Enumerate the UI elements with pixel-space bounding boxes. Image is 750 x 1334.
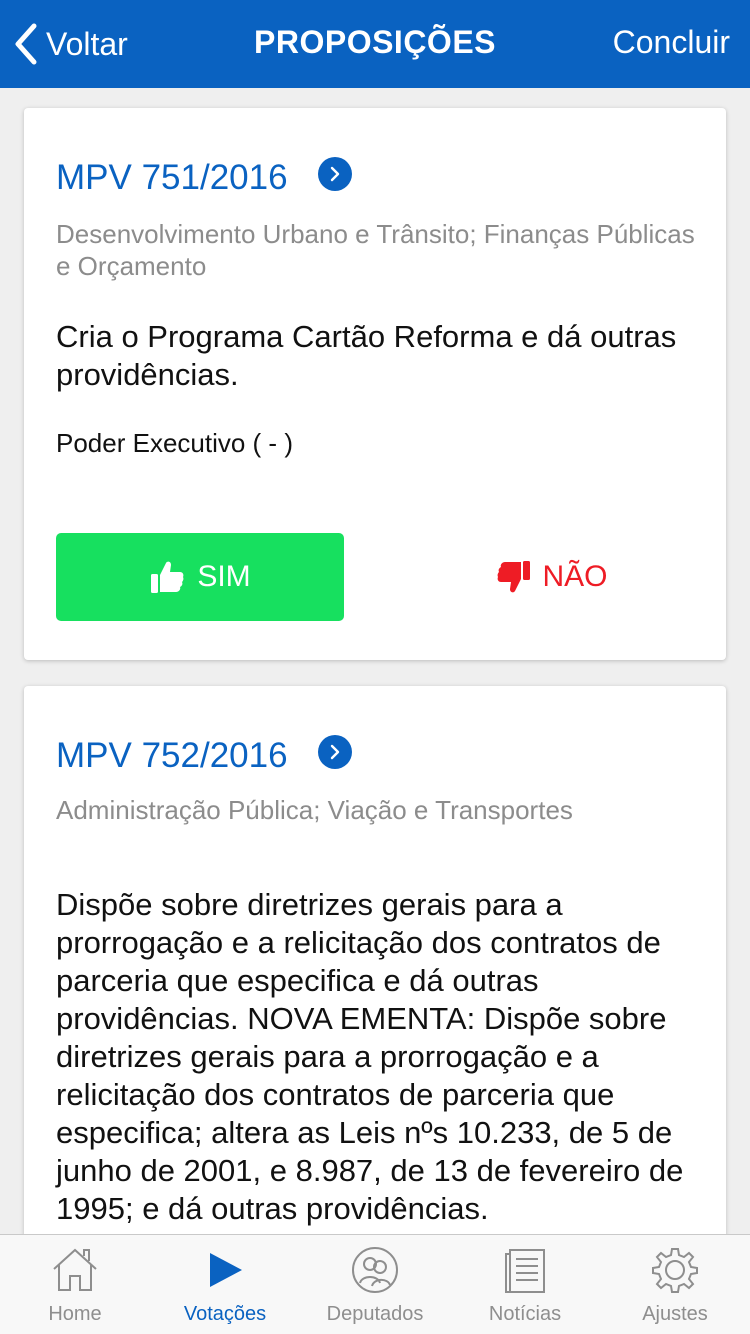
proposition-card: MPV 751/2016 Desenvolvimento Urbano e Tr… <box>24 108 726 660</box>
chevron-right-icon <box>330 166 339 182</box>
proposition-description: Cria o Programa Cartão Reforma e dá outr… <box>56 319 677 392</box>
details-button[interactable] <box>317 157 352 191</box>
tab-noticias-label: Notícias <box>488 1303 562 1325</box>
details-button[interactable] <box>317 735 352 769</box>
vote-yes-button[interactable]: SIM <box>56 533 344 621</box>
proposition-card: MPV 752/2016 Administração Pública; Viaç… <box>24 686 726 1234</box>
propositions-list[interactable]: MPV 751/2016 Desenvolvimento Urbano e Tr… <box>0 88 750 1234</box>
play-icon <box>210 1253 242 1287</box>
gear-icon <box>652 1248 698 1293</box>
chevron-right-icon <box>330 744 339 760</box>
thumbs-down-icon <box>498 561 531 593</box>
tab-votacoes[interactable]: Votações <box>150 1235 300 1334</box>
proposition-header: MPV 752/2016 <box>56 735 352 776</box>
nav-bar: Voltar PROPOSIÇÕES Concluir <box>0 0 750 88</box>
tab-votacoes-label: Votações <box>183 1303 267 1325</box>
vote-no-label: NÃO <box>542 560 608 593</box>
home-icon <box>53 1248 97 1291</box>
proposition-header: MPV 751/2016 <box>56 157 352 198</box>
tab-ajustes-label: Ajustes <box>642 1303 708 1325</box>
tab-home-label: Home <box>48 1303 102 1325</box>
tab-deputados-label: Deputados <box>326 1303 424 1325</box>
people-icon <box>352 1247 398 1293</box>
vote-no-button[interactable]: NÃO <box>408 533 696 621</box>
tab-noticias[interactable]: Notícias <box>450 1235 600 1334</box>
proposition-title[interactable]: MPV 751/2016 <box>56 158 288 198</box>
proposition-themes: Administração Pública; Viação e Transpor… <box>56 795 573 825</box>
tab-ajustes[interactable]: Ajustes <box>600 1235 750 1334</box>
done-button[interactable]: Concluir <box>613 24 730 61</box>
proposition-themes: Desenvolvimento Urbano e Trânsito; Finan… <box>56 219 695 281</box>
tab-home[interactable]: Home <box>0 1235 150 1334</box>
thumbs-up-icon <box>151 561 184 593</box>
proposition-author: Poder Executivo ( - ) <box>56 428 293 458</box>
proposition-description: Dispõe sobre diretrizes gerais para a pr… <box>56 887 684 1226</box>
proposition-title[interactable]: MPV 752/2016 <box>56 736 288 776</box>
news-icon <box>505 1249 545 1293</box>
tab-deputados[interactable]: Deputados <box>300 1235 450 1334</box>
tab-bar: Home Votações Deputados Notícias Ajustes <box>0 1234 750 1334</box>
vote-yes-label: SIM <box>197 560 251 593</box>
